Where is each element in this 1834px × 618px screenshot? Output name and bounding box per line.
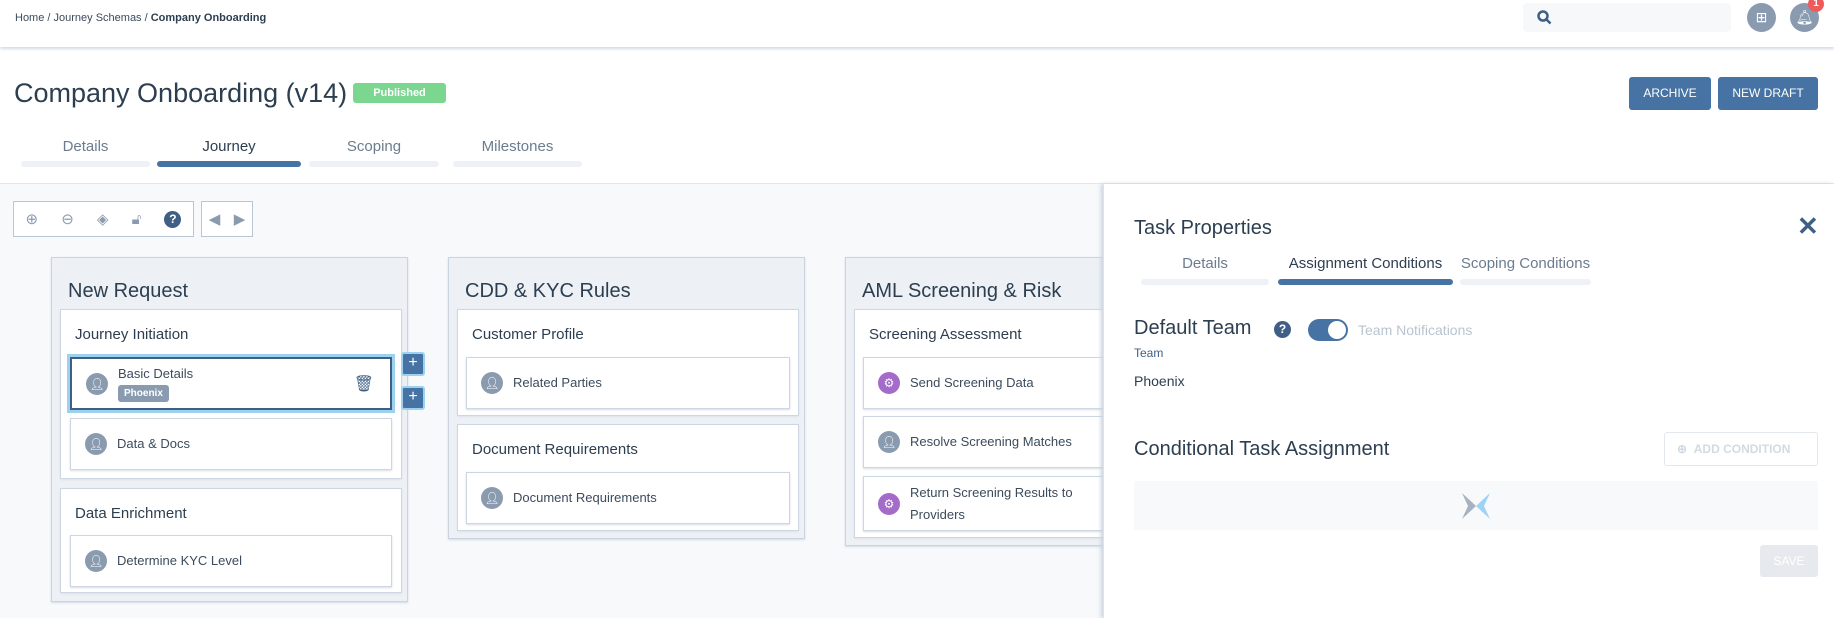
plus-circle-icon: ⊕ <box>1677 442 1688 456</box>
page-title: Company Onboarding (v14) <box>14 78 348 108</box>
tab-indicator-active <box>1278 279 1453 285</box>
default-team-heading: Default Team <box>1134 317 1252 339</box>
add-section-below-button[interactable]: + <box>401 386 425 410</box>
tab-milestones[interactable]: Milestones <box>453 138 582 155</box>
task-card[interactable]: 👤︎ Document Requirements <box>466 472 790 524</box>
task-label: Resolve Screening Matches <box>910 434 1072 449</box>
panel-tab-details[interactable]: Details <box>1141 255 1269 272</box>
breadcrumb: Home / Journey Schemas / Company Onboard… <box>15 12 267 24</box>
save-button[interactable]: SAVE <box>1760 545 1818 577</box>
help-icon[interactable]: ? <box>1274 321 1291 338</box>
tab-indicator <box>453 161 582 167</box>
tab-indicator <box>1460 279 1591 285</box>
gear-icon: ⚙ <box>878 372 900 394</box>
manual-task-icon: 👤︎ <box>481 372 503 394</box>
section: Journey Initiation 👤︎ Basic Details Phoe… <box>60 309 402 479</box>
logo-icon <box>1462 493 1490 519</box>
unlock-icon[interactable]: 🔓︎ <box>132 211 142 228</box>
folder-plus-icon[interactable]: ⊞ <box>1747 3 1776 32</box>
empty-conditions-area <box>1134 481 1818 530</box>
manual-task-icon: 👤︎ <box>86 372 108 395</box>
zoom-in-icon[interactable]: ⊕ <box>26 210 39 228</box>
section-title: Data Enrichment <box>75 505 187 522</box>
team-tag: Phoenix <box>118 385 169 402</box>
breadcrumb-current: Company Onboarding <box>150 12 267 24</box>
search-icon <box>1537 10 1552 25</box>
prev-icon[interactable]: ◀ <box>209 210 221 228</box>
task-label: Return Screening Results to Providers <box>910 484 1073 522</box>
panel-title: Task Properties <box>1134 217 1272 239</box>
section-title: Document Requirements <box>472 441 638 458</box>
tab-scoping[interactable]: Scoping <box>309 138 439 155</box>
gear-icon: ⚙ <box>878 492 900 515</box>
stage-column: New Request Journey Initiation 👤︎ Basic … <box>51 257 425 602</box>
add-condition-button[interactable]: ⊕ ADD CONDITION <box>1664 432 1818 466</box>
task-card[interactable]: 👤︎ Data & Docs <box>70 418 392 470</box>
top-bar: Home / Journey Schemas / Company Onboard… <box>0 0 1834 47</box>
panel-tab-scoping-conditions[interactable]: Scoping Conditions <box>1460 255 1591 272</box>
canvas-toolbar: ⊕ ⊖ ◈ 🔓︎ ? <box>13 201 194 237</box>
team-notifications-toggle[interactable] <box>1308 319 1348 341</box>
manual-task-icon: 👤︎ <box>878 431 900 453</box>
task-properties-panel: Task Properties ✕ Details Assignment Con… <box>1103 184 1834 618</box>
panel-tab-assignment-conditions[interactable]: Assignment Conditions <box>1278 255 1453 272</box>
search-input[interactable] <box>1523 3 1731 32</box>
team-value: Phoenix <box>1134 373 1185 389</box>
manual-task-icon: 👤︎ <box>85 433 107 455</box>
archive-button[interactable]: ARCHIVE <box>1629 77 1711 110</box>
tab-indicator <box>1141 279 1269 285</box>
section: Customer Profile 👤︎ Related Parties <box>457 309 799 416</box>
tab-journey[interactable]: Journey <box>157 138 301 155</box>
section-title: Journey Initiation <box>75 326 189 343</box>
stage-title: CDD & KYC Rules <box>465 280 631 302</box>
stage-title: AML Screening & Risk <box>862 280 1062 302</box>
section: Document Requirements 👤︎ Document Requir… <box>457 424 799 531</box>
help-icon[interactable]: ? <box>164 210 182 228</box>
add-section-above-button[interactable]: + <box>401 352 425 376</box>
task-label: Basic Details <box>118 366 194 381</box>
close-icon[interactable]: ✕ <box>1797 211 1819 242</box>
stage-column: CDD & KYC Rules Customer Profile 👤︎ Rela… <box>448 257 805 539</box>
task-label: Document Requirements <box>513 490 657 505</box>
new-draft-button[interactable]: NEW DRAFT <box>1718 77 1818 110</box>
section-title: Screening Assessment <box>869 326 1022 343</box>
task-label: Data & Docs <box>117 436 190 451</box>
add-condition-label: ADD CONDITION <box>1693 442 1791 456</box>
breadcrumb-journey-schemas[interactable]: Journey Schemas <box>54 12 142 24</box>
conditional-heading: Conditional Task Assignment <box>1134 438 1390 460</box>
team-notifications-label: Team Notifications <box>1358 322 1473 338</box>
fit-icon[interactable]: ◈ <box>97 210 109 228</box>
notification-badge: 1 <box>1808 0 1824 12</box>
section: Data Enrichment 👤︎ Determine KYC Level <box>60 488 402 593</box>
tab-indicator <box>309 161 439 167</box>
next-icon[interactable]: ▶ <box>234 210 246 228</box>
zoom-out-icon[interactable]: ⊖ <box>61 210 74 228</box>
section-title: Customer Profile <box>472 326 584 343</box>
task-card-selected[interactable]: 👤︎ Basic Details Phoenix 🗑︎ <box>70 357 392 410</box>
stage-title: New Request <box>68 280 189 302</box>
manual-task-icon: 👤︎ <box>85 550 107 572</box>
tab-details[interactable]: Details <box>21 138 150 155</box>
task-card[interactable]: 👤︎ Determine KYC Level <box>70 535 392 587</box>
task-label: Related Parties <box>513 375 602 390</box>
breadcrumb-home[interactable]: Home <box>15 12 44 24</box>
manual-task-icon: 👤︎ <box>481 487 503 509</box>
task-label: Determine KYC Level <box>117 553 242 568</box>
trash-icon[interactable]: 🗑︎ <box>354 374 374 394</box>
team-label: Team <box>1134 346 1164 360</box>
tab-indicator-active <box>157 161 301 167</box>
nav-toolbar: ◀ ▶ <box>201 201 253 237</box>
status-badge: Published <box>353 83 446 103</box>
task-label: Send Screening Data <box>910 375 1034 390</box>
task-card[interactable]: 👤︎ Related Parties <box>466 357 790 409</box>
tab-indicator <box>21 161 150 167</box>
